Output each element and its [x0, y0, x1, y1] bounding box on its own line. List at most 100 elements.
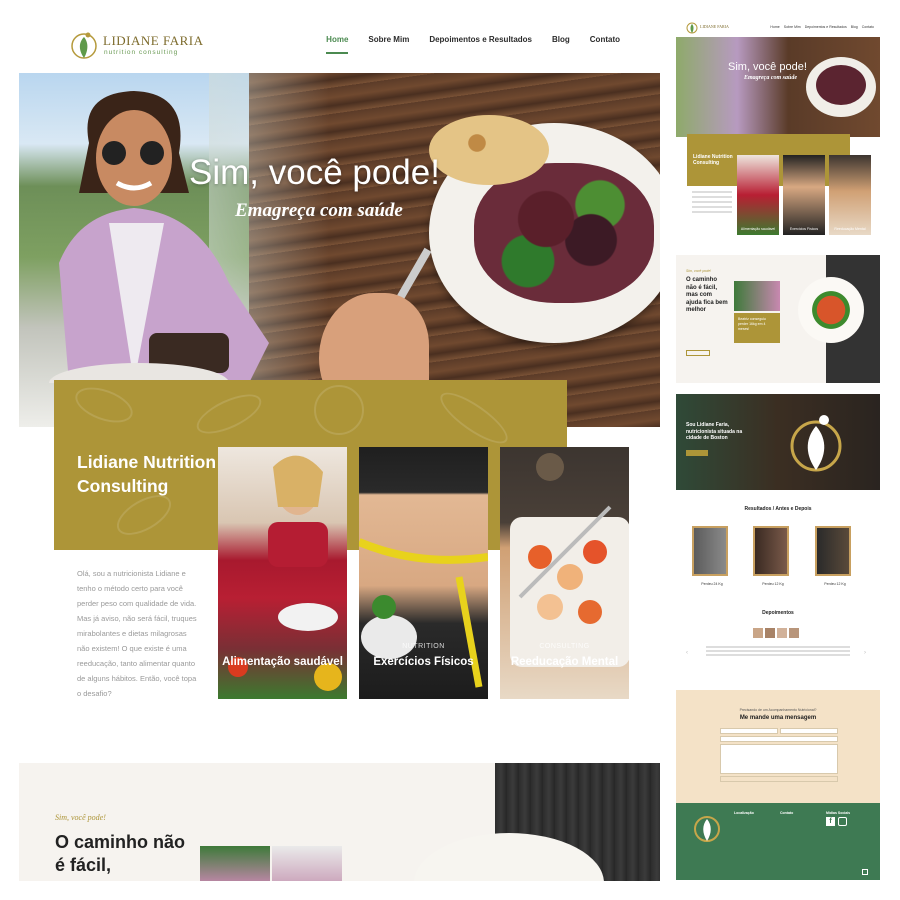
avatar[interactable]	[777, 628, 787, 638]
preview-contact-title: Me mande uma mensagem	[739, 715, 817, 721]
avatar[interactable]	[789, 628, 799, 638]
preview-nav-item[interactable]: Sobre Mim	[784, 25, 801, 29]
card-title: Reeducação Mental	[510, 656, 619, 668]
preview-name-input[interactable]	[720, 728, 778, 734]
card-reeducacao[interactable]: CONSULTING Reeducação Mental	[500, 447, 629, 699]
hero-subtitle: Emagreça com saúde	[235, 200, 403, 221]
card-title: Exercícios Físicos	[373, 656, 474, 668]
about-heading: Lidiane Nutrition Consulting	[77, 452, 217, 496]
service-cards: Alimentação saudável NUTRITION Exercício…	[218, 447, 638, 699]
preview-testimonials-title: Depoimentos	[762, 610, 794, 616]
preview-s2-badge: Beatriz conseguiu perder 16kg em 4 meses…	[734, 313, 780, 343]
preview-card-title: Reeducação Mental	[834, 227, 866, 231]
preview-boston-text: Sou Lidiane Faria, nutricionista situada…	[686, 422, 743, 441]
arrow-right-icon[interactable]: ›	[864, 650, 866, 656]
instagram-icon[interactable]	[838, 817, 847, 826]
preview-message-textarea[interactable]	[720, 744, 838, 774]
preview-logo-icon	[686, 22, 698, 34]
div	[676, 394, 880, 490]
section2-kicker: Sim, você pode!	[55, 813, 106, 822]
nav-depoimentos[interactable]: Depoimentos e Resultados	[429, 35, 532, 54]
preview-nav-item[interactable]: Home	[770, 25, 779, 29]
nav-sobre-mim[interactable]: Sobre Mim	[368, 35, 409, 54]
preview-navbar: LIDIANE FARIA Home Sobre Mim Depoimentos…	[676, 19, 880, 37]
facebook-icon[interactable]: f	[826, 817, 835, 826]
preview-before-after	[734, 281, 780, 311]
preview-pasta-plate	[798, 277, 864, 343]
div	[816, 65, 866, 105]
testimonial-photo	[200, 846, 270, 881]
card-alimentacao[interactable]: Alimentação saudável	[218, 447, 347, 699]
leaf	[191, 386, 267, 442]
preview-testimonial-text-lines	[706, 646, 850, 648]
preview-result-photo	[753, 526, 789, 576]
preview-testimonial-avatars	[753, 628, 799, 638]
preview-logo-name: LIDIANE FARIA	[700, 24, 729, 29]
preview-contact-section: Precisando de um Acompanhamento Nutricio…	[676, 690, 880, 880]
card-category: NUTRITION	[402, 643, 445, 650]
preview-result-photo	[815, 526, 851, 576]
arrow-left-icon[interactable]: ‹	[686, 650, 688, 656]
preview-contact-kicker: Precisando de um Acompanhamento Nutricio…	[739, 708, 817, 712]
card-category: CONSULTING	[539, 643, 590, 650]
preview-nav-item[interactable]: Contato	[862, 25, 874, 29]
logo-leaf-icon	[71, 32, 97, 59]
leaf	[433, 384, 515, 452]
preview-card[interactable]: Reeducação Mental	[829, 155, 871, 235]
preview-hero-title: Sim, você pode!	[728, 61, 807, 73]
preview-card-title: Exercícios Físicos	[789, 227, 819, 231]
preview-caminho-section: Sim, você pode! O caminho não é fácil, m…	[676, 255, 880, 383]
hero-banner: Sim, você pode! Emagreça com saúde	[19, 73, 660, 427]
section2-title: O caminho não é fácil,	[55, 832, 186, 875]
preview-about-text-lines	[692, 191, 732, 193]
nav-blog[interactable]: Blog	[552, 35, 570, 54]
preview-s2-button[interactable]	[686, 350, 710, 356]
leaf	[70, 380, 138, 430]
preview-subject-input[interactable]	[720, 736, 838, 742]
div: Home Sobre Mim Depoimentos e Resultados …	[770, 25, 874, 29]
section-o-caminho: Sim, você pode! O caminho não é fácil,	[19, 763, 660, 881]
main-page-preview: LIDIANE FARIA nutrition consulting Home …	[19, 19, 660, 881]
preview-s2-title: O caminho não é fácil, mas com ajuda fic…	[686, 277, 728, 313]
preview-results-title: Resultados / Antes e Depois	[744, 506, 812, 512]
preview-boston-button[interactable]	[686, 450, 708, 456]
leaf	[314, 385, 364, 435]
avatar[interactable]	[753, 628, 763, 638]
preview-about-heading: Lidiane Nutrition Consulting	[693, 154, 733, 166]
preview-results-section: Resultados / Antes e Depois Perdeu 24 Kg…	[676, 500, 880, 678]
preview-card[interactable]: Alimentação saudável	[737, 155, 779, 235]
preview-card-title: Alimentação saudável	[740, 227, 776, 231]
testimonial-photo	[272, 846, 342, 881]
footer-heading: Contato	[780, 811, 794, 815]
card-title: Alimentação saudável	[222, 656, 343, 668]
preview-hero-subtitle: Emagreça com saúde	[744, 75, 797, 81]
preview-hero-image: Sim, você pode! Emagreça com saúde	[676, 37, 880, 137]
top-navbar: LIDIANE FARIA nutrition consulting Home …	[19, 19, 660, 73]
preview-email-input[interactable]	[780, 728, 838, 734]
preview-nav-item[interactable]: Blog	[851, 25, 858, 29]
card-exercicios[interactable]: NUTRITION Exercícios Físicos	[359, 447, 488, 699]
preview-send-button[interactable]	[720, 776, 838, 782]
footer-heading: Localização	[734, 811, 754, 815]
logo-name: LIDIANE FARIA	[103, 33, 204, 48]
preview-result-label: Perdeu 12 Kg	[824, 582, 846, 586]
site-logo[interactable]: LIDIANE FARIA nutrition consulting	[69, 29, 239, 63]
about-paragraph: Olá, sou a nutricionista Lidiane e tenho…	[77, 569, 197, 698]
nav-home[interactable]: Home	[326, 35, 349, 54]
preview-result-label: Perdeu 24 Kg	[701, 582, 723, 586]
preview-nav-item[interactable]: Depoimentos e Resultados	[805, 25, 847, 29]
preview-hero-section: LIDIANE FARIA Home Sobre Mim Depoimentos…	[676, 19, 880, 237]
preview-result-label: Perdeu 12 Kg	[762, 582, 784, 586]
preview-s2-kicker: Sim, você pode!	[686, 269, 712, 273]
preview-card[interactable]: Exercícios Físicos	[783, 155, 825, 235]
hero-title: Sim, você pode!	[189, 153, 440, 192]
preview-s2-badge-text: Beatriz conseguiu perder 16kg em 4 meses…	[738, 317, 766, 331]
footer-heading: Mídias Sociais	[826, 811, 851, 815]
preview-result-photo	[692, 526, 728, 576]
avatar[interactable]	[765, 628, 775, 638]
scroll-top-icon[interactable]	[862, 869, 868, 875]
preview-boston-section: Sou Lidiane Faria, nutricionista situada…	[676, 394, 880, 490]
footer-logo-icon	[694, 816, 720, 842]
preview-footer: Localização Contato Mídias Sociais f	[676, 803, 880, 880]
nav-contato[interactable]: Contato	[590, 35, 620, 54]
